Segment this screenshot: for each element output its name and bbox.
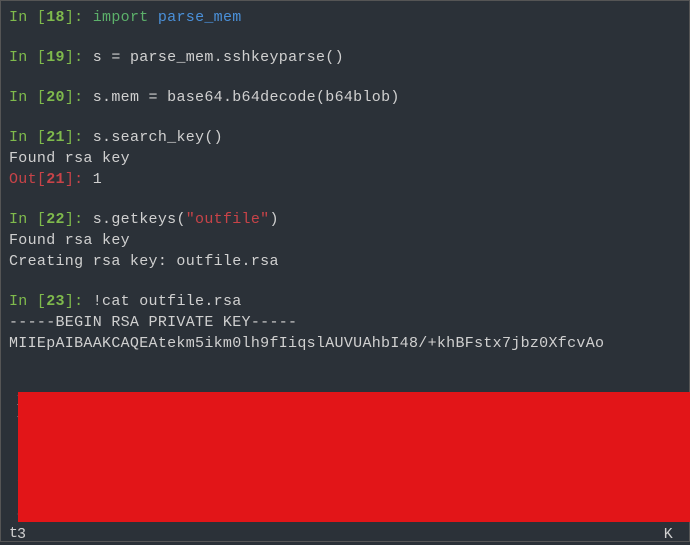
stdout-line: Found rsa key: [9, 148, 681, 169]
in-close: ]:: [65, 89, 93, 106]
input-line[interactable]: In [19]: s = parse_mem.sshkeyparse(): [9, 49, 344, 66]
in-number: 21: [46, 129, 65, 146]
in-number: 19: [46, 49, 65, 66]
pem-begin-line: -----BEGIN RSA PRIVATE KEY-----: [9, 312, 681, 333]
code-text: s.mem = base64.b64decode(b64blob): [93, 89, 400, 106]
code-text: s.search_key(): [93, 129, 223, 146]
cell-21: In [21]: s.search_key() Found rsa key Ou…: [9, 127, 681, 190]
stdout-line: Creating rsa key: outfile.rsa: [9, 251, 681, 272]
pem-data-line: MIIEpAIBAAKCAQEAtekm5ikm0lh9fIiqslAUVUAh…: [9, 333, 681, 354]
in-number: 23: [46, 293, 65, 310]
code-text: s = parse_mem.sshkeyparse(): [93, 49, 344, 66]
in-close: ]:: [65, 129, 93, 146]
out-close: ]:: [65, 171, 93, 188]
out-value: 1: [93, 171, 102, 188]
input-line[interactable]: In [22]: s.getkeys("outfile"): [9, 209, 681, 230]
in-close: ]:: [65, 49, 93, 66]
in-prompt: In [: [9, 49, 46, 66]
in-prompt: In [: [9, 129, 46, 146]
input-line[interactable]: In [20]: s.mem = base64.b64decode(b64blo…: [9, 89, 400, 106]
code-text: ): [269, 211, 278, 228]
cell-19: In [19]: s = parse_mem.sshkeyparse(): [9, 47, 681, 68]
keyword-import: import: [93, 9, 158, 26]
in-prompt: In [: [9, 9, 46, 26]
in-close: ]:: [65, 211, 93, 228]
in-prompt: In [: [9, 293, 46, 310]
code-text: !cat outfile.rsa: [93, 293, 242, 310]
in-number: 20: [46, 89, 65, 106]
cell-23: In [23]: !cat outfile.rsa -----BEGIN RSA…: [9, 291, 681, 354]
cell-18: In [18]: import parse_mem: [9, 7, 681, 28]
out-prompt: Out[: [9, 171, 46, 188]
code-text: s.getkeys(: [93, 211, 186, 228]
in-close: ]:: [65, 293, 93, 310]
stdout-line: Found rsa key: [9, 230, 681, 251]
input-line[interactable]: In [18]: import parse_mem: [9, 9, 242, 26]
input-line[interactable]: In [21]: s.search_key(): [9, 127, 681, 148]
module-name: parse_mem: [158, 9, 242, 26]
out-number: 21: [46, 171, 65, 188]
output-line: Out[21]: 1: [9, 169, 681, 190]
input-line[interactable]: In [23]: !cat outfile.rsa: [9, 291, 681, 312]
in-close: ]:: [65, 9, 93, 26]
in-number: 18: [46, 9, 65, 26]
redaction-overlay: [18, 392, 690, 522]
terminal-output: In [18]: import parse_mem In [19]: s = p…: [9, 7, 681, 535]
in-prompt: In [: [9, 89, 46, 106]
in-number: 22: [46, 211, 65, 228]
in-prompt: In [: [9, 211, 46, 228]
pem-data-line-bottom: t: [9, 523, 18, 544]
string-literal: "outfile": [186, 211, 270, 228]
cell-22: In [22]: s.getkeys("outfile") Found rsa …: [9, 209, 681, 272]
cell-20: In [20]: s.mem = base64.b64decode(b64blo…: [9, 87, 681, 108]
